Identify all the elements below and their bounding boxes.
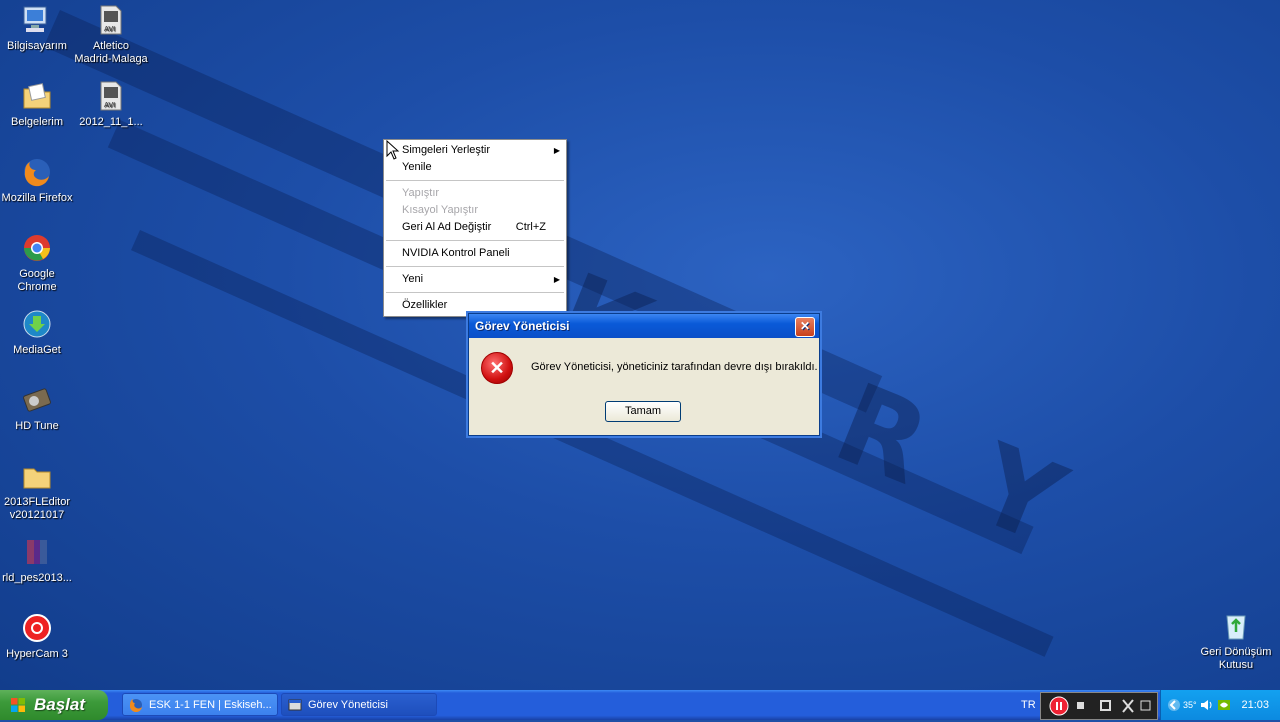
nvidia-tray-icon[interactable]: [1217, 698, 1231, 712]
taskbar: Başlat ESK 1-1 FEN | Eskiseh... Görev Yö…: [0, 690, 1280, 720]
desktop-icon-label: Google Chrome: [17, 268, 57, 293]
menu-item-paste: Yapıştır: [384, 185, 566, 202]
desktop-icon-label: 2013FLEditor v20121017: [3, 496, 71, 521]
wallpaper-watermark: Y: [958, 419, 1081, 569]
windows-flag-icon: [11, 698, 25, 712]
start-label: Başlat: [34, 695, 86, 714]
menu-item-refresh[interactable]: Yenile: [384, 159, 566, 176]
recording-controls-icon: [1049, 696, 1151, 716]
menu-item-label: Geri Al Ad Değiştir: [402, 221, 492, 233]
clock[interactable]: 21:03: [1241, 690, 1269, 720]
desktop[interactable]: K O R Y Bilgisayarım AVI Atletico Madrid…: [0, 0, 1280, 690]
menu-item-new[interactable]: Yeni ▶: [384, 271, 566, 288]
desktop-icon-my-documents[interactable]: Belgelerim: [0, 80, 75, 129]
desktop-icon-label: Mozilla Firefox: [1, 192, 73, 204]
hdtune-icon: [21, 384, 53, 416]
desktop-icon-hypercam[interactable]: HyperCam 3: [0, 612, 75, 661]
menu-separator: [386, 292, 564, 293]
desktop-icon-label: Geri Dönüşüm Kutusu: [1200, 646, 1272, 671]
avi-file-icon: AVI: [95, 4, 127, 36]
menu-separator: [386, 240, 564, 241]
svg-text:AVI: AVI: [104, 25, 115, 33]
start-button[interactable]: Başlat: [0, 690, 108, 720]
desktop-icon-label: HyperCam 3: [6, 648, 68, 660]
language-indicator[interactable]: TR: [1021, 690, 1036, 720]
volume-icon[interactable]: [1199, 698, 1213, 712]
menu-item-label: Yapıştır: [402, 187, 440, 199]
menu-separator: [386, 180, 564, 181]
task-manager-error-dialog: Görev Yöneticisi ✕ ✕ Görev Yöneticisi, y…: [468, 313, 820, 436]
archive-icon: [21, 536, 53, 568]
menu-item-nvidia-control-panel[interactable]: NVIDIA Kontrol Paneli: [384, 245, 566, 262]
menu-item-arrange-icons[interactable]: Simgeleri Yerleştir ▶: [384, 142, 566, 159]
desktop-icon-chrome[interactable]: Google Chrome: [0, 232, 75, 294]
menu-item-label: Yenile: [402, 161, 432, 173]
menu-item-paste-shortcut: Kısayol Yapıştır: [384, 202, 566, 219]
dialog-title-bar[interactable]: Görev Yöneticisi ✕: [469, 314, 819, 338]
desktop-icon-atletico-video[interactable]: AVI Atletico Madrid-Malaga: [73, 4, 149, 66]
documents-folder-icon: [21, 80, 53, 112]
folder-icon: [21, 460, 53, 492]
temperature-indicator[interactable]: 35°: [1183, 690, 1197, 720]
avi-file-icon: AVI: [95, 80, 127, 112]
submenu-arrow-icon: ▶: [553, 275, 560, 284]
chrome-icon: [21, 232, 53, 264]
system-tray: 35° 21:03: [1160, 690, 1280, 720]
mouse-cursor-icon: [386, 140, 400, 160]
hypercam-icon: [21, 612, 53, 644]
desktop-icon-recycle-bin[interactable]: Geri Dönüşüm Kutusu: [1198, 610, 1274, 672]
menu-item-label: Yeni: [402, 273, 424, 285]
taskbar-button-firefox[interactable]: ESK 1-1 FEN | Eskiseh...: [122, 693, 278, 716]
desktop-icon-fleditor-folder[interactable]: 2013FLEditor v20121017: [0, 460, 75, 522]
desktop-icon-firefox[interactable]: Mozilla Firefox: [0, 156, 75, 205]
show-hidden-icons-icon[interactable]: [1167, 698, 1181, 712]
menu-item-label: NVIDIA Kontrol Paneli: [402, 247, 510, 259]
desktop-icon-video-file[interactable]: AVI 2012_11_1...: [73, 80, 149, 129]
desktop-icon-pes-archive[interactable]: rld_pes2013...: [0, 536, 75, 585]
desktop-context-menu: Simgeleri Yerleştir ▶ Yenile Yapıştır Kı…: [383, 139, 567, 317]
desktop-icon-label: Belgelerim: [11, 116, 63, 128]
error-icon: ✕: [481, 352, 513, 384]
taskbar-button-label: ESK 1-1 FEN | Eskiseh...: [149, 699, 272, 711]
firefox-icon: [21, 156, 53, 188]
submenu-arrow-icon: ▶: [553, 146, 560, 155]
menu-item-shortcut: Ctrl+Z: [515, 221, 546, 233]
menu-item-undo-rename[interactable]: Geri Al Ad Değiştir Ctrl+Z: [384, 219, 566, 236]
desktop-icon-mediaget[interactable]: MediaGet: [0, 308, 75, 357]
desktop-icon-label: 2012_11_1...: [79, 116, 143, 128]
taskbar-button-label: Görev Yöneticisi: [308, 699, 388, 711]
close-icon[interactable]: ✕: [795, 317, 815, 337]
desktop-icon-label: Atletico Madrid-Malaga: [74, 40, 148, 65]
desktop-icon-label: HD Tune: [15, 420, 59, 432]
menu-separator: [386, 266, 564, 267]
desktop-icon-hd-tune[interactable]: HD Tune: [0, 384, 75, 433]
ok-button[interactable]: Tamam: [605, 401, 681, 422]
desktop-icon-my-computer[interactable]: Bilgisayarım: [0, 4, 75, 53]
dialog-title: Görev Yöneticisi: [475, 319, 570, 333]
svg-text:AVI: AVI: [104, 101, 115, 109]
dialog-message: Görev Yöneticisi, yöneticiniz tarafından…: [531, 361, 818, 373]
desktop-icon-label: rld_pes2013...: [2, 572, 72, 584]
desktop-icon-label: Bilgisayarım: [7, 40, 67, 52]
desktop-icon-label: MediaGet: [13, 344, 61, 356]
taskbar-button-task-manager[interactable]: Görev Yöneticisi: [281, 693, 437, 716]
window-icon: [288, 699, 302, 711]
menu-item-label: Kısayol Yapıştır: [402, 204, 479, 216]
hypercam-recording-toolbar[interactable]: [1040, 692, 1158, 720]
menu-item-label: Özellikler: [402, 299, 448, 311]
menu-item-properties[interactable]: Özellikler: [384, 297, 566, 314]
recycle-bin-icon: [1220, 610, 1252, 642]
firefox-icon: [129, 699, 142, 712]
mediaget-icon: [21, 308, 53, 340]
menu-item-label: Simgeleri Yerleştir: [402, 144, 491, 156]
computer-icon: [21, 4, 53, 36]
